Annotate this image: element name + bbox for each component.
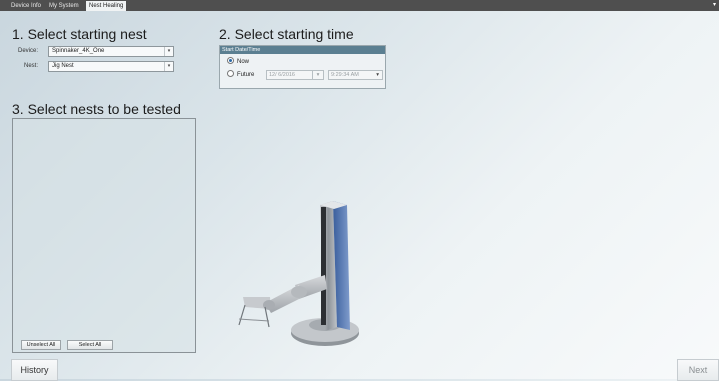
time-value: 9:29:34 AM — [331, 72, 359, 78]
nest-select[interactable]: Jig Nest ▾ — [48, 61, 174, 72]
triangle-down-icon[interactable]: ▾ — [713, 1, 716, 10]
tab-device-info[interactable]: Device Info — [8, 1, 44, 11]
nest-label: Nest: — [23, 63, 38, 69]
history-button[interactable]: History — [11, 359, 58, 381]
nest-select-value: Jig Nest — [52, 63, 74, 69]
device-select-value: Spinnaker_4K_One — [52, 48, 105, 54]
robot-arm-image — [238, 201, 359, 346]
time-field[interactable]: 9:29:34 AM ▾ — [328, 70, 383, 80]
select-all-button[interactable]: Select All — [67, 340, 113, 350]
next-button[interactable]: Next — [677, 359, 719, 381]
now-radio[interactable] — [227, 57, 234, 64]
future-radio[interactable] — [227, 70, 234, 77]
date-field[interactable]: 12/ 6/2016 — [266, 70, 314, 80]
tab-my-system[interactable]: My System — [46, 1, 82, 11]
date-value: 12/ 6/2016 — [269, 72, 295, 78]
unselect-all-button[interactable]: Unselect All — [21, 340, 61, 350]
tab-bar: Device Info My System Nest Healing ▾ — [0, 0, 719, 11]
section1-title: 1. Select starting nest — [12, 26, 147, 42]
now-radio-row[interactable]: Now — [227, 57, 250, 66]
start-datetime-header: Start Date/Time — [220, 46, 385, 54]
device-label: Device: — [17, 48, 38, 54]
now-label: Now — [237, 59, 250, 66]
tab-nest-healing[interactable]: Nest Healing — [86, 1, 127, 11]
section2-title: 2. Select starting time — [219, 26, 354, 42]
chevron-down-icon[interactable]: ▾ — [164, 62, 173, 71]
future-radio-row[interactable]: Future — [227, 70, 255, 79]
chevron-down-icon[interactable]: ▾ — [376, 71, 379, 79]
future-label: Future — [237, 72, 255, 79]
chevron-down-icon[interactable]: ▾ — [164, 47, 173, 56]
device-select[interactable]: Spinnaker_4K_One ▾ — [48, 46, 174, 57]
section3-title: 3. Select nests to be tested — [12, 101, 181, 117]
start-datetime-group: Start Date/Time Now Future 12/ 6/2016 ▾ … — [219, 45, 386, 89]
calendar-icon[interactable]: ▾ — [312, 70, 324, 80]
nest-list[interactable]: Unselect All Select All — [12, 118, 196, 353]
